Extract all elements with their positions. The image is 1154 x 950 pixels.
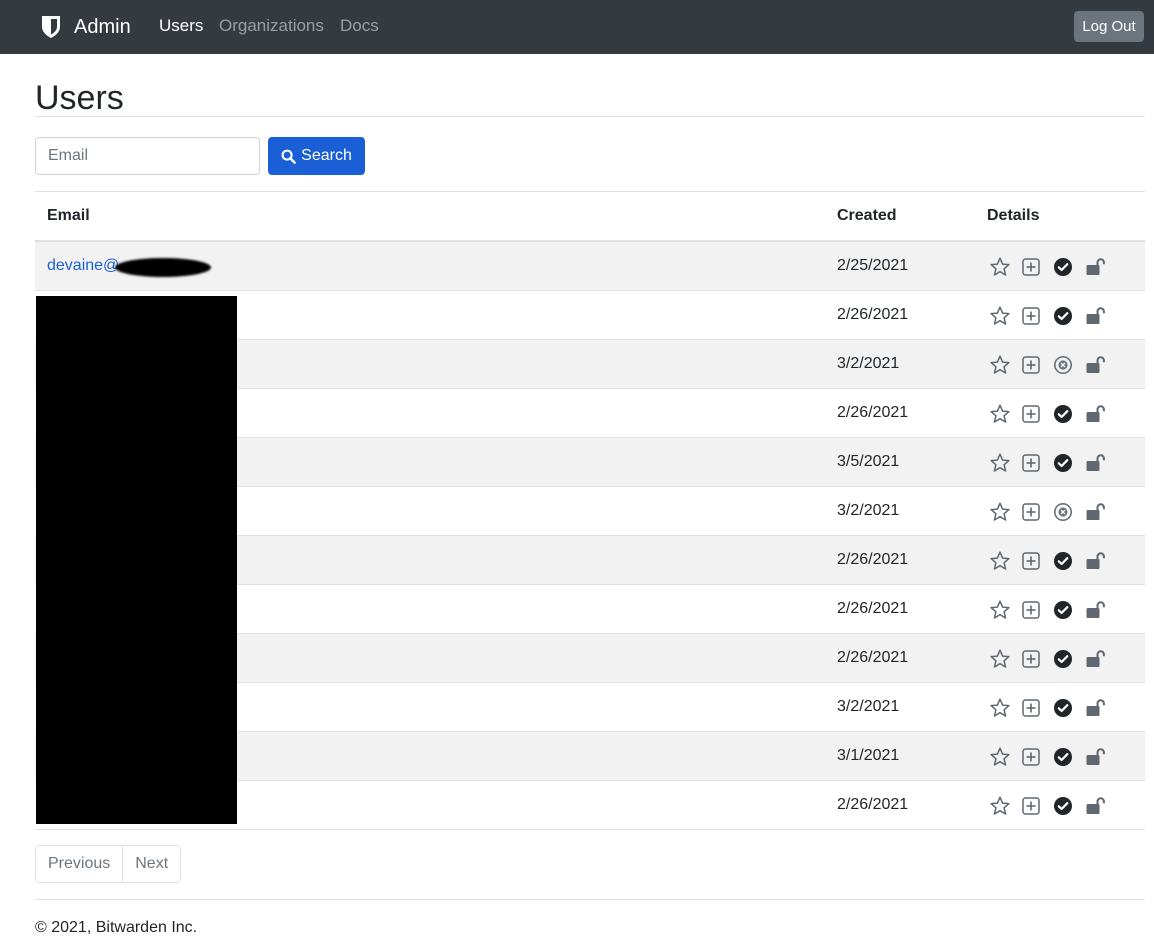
unlock-icon: [1084, 305, 1106, 327]
footer-copyright: © 2021, Bitwarden Inc.: [35, 919, 198, 936]
premium-star-icon: [989, 746, 1011, 768]
premium-star-icon: [989, 697, 1011, 719]
premium-star-icon: [989, 550, 1011, 572]
plus-square-icon: [1020, 697, 1042, 719]
created-date: 3/1/2021: [837, 747, 900, 764]
column-header-email: Email: [47, 207, 90, 224]
footer-divider: [35, 899, 1145, 900]
email-verified-check-icon: [1052, 599, 1074, 621]
created-date: 2/26/2021: [837, 404, 909, 421]
next-page-button[interactable]: Next: [122, 846, 181, 882]
email-verified-check-icon: [1052, 795, 1074, 817]
created-date: 3/2/2021: [837, 502, 900, 519]
previous-page-button[interactable]: Previous: [36, 846, 123, 882]
plus-square-icon: [1020, 648, 1042, 670]
plus-square-icon: [1020, 452, 1042, 474]
table-top-border: [35, 191, 1145, 192]
plus-square-icon: [1020, 599, 1042, 621]
user-email-link[interactable]: devaine@: [47, 257, 119, 275]
email-verified-check-icon: [1052, 256, 1074, 278]
search-button-label: Search: [301, 147, 352, 164]
unlock-icon: [1084, 354, 1106, 376]
plus-square-icon: [1020, 746, 1042, 768]
created-date: 3/2/2021: [837, 355, 900, 372]
unlock-icon: [1084, 697, 1106, 719]
premium-star-icon: [989, 648, 1011, 670]
created-date: 2/25/2021: [837, 257, 909, 274]
redaction-mark: [115, 258, 211, 277]
premium-star-icon: [989, 795, 1011, 817]
email-verified-check-icon: [1052, 305, 1074, 327]
brand-label: Admin: [74, 15, 131, 38]
unlock-icon: [1084, 256, 1106, 278]
plus-square-icon: [1020, 256, 1042, 278]
created-date: 2/26/2021: [837, 306, 909, 323]
unlock-icon: [1084, 648, 1106, 670]
email-unverified-x-icon: [1052, 501, 1074, 523]
column-header-created: Created: [837, 207, 897, 224]
search-icon: [281, 149, 296, 164]
unlock-icon: [1084, 746, 1106, 768]
nav-docs[interactable]: Docs: [340, 16, 379, 36]
plus-square-icon: [1020, 501, 1042, 523]
unlock-icon: [1084, 599, 1106, 621]
unlock-icon: [1084, 795, 1106, 817]
email-verified-check-icon: [1052, 697, 1074, 719]
brand[interactable]: Admin: [40, 13, 131, 41]
nav-organizations[interactable]: Organizations: [219, 16, 324, 36]
premium-star-icon: [989, 305, 1011, 327]
created-date: 2/26/2021: [837, 600, 909, 617]
premium-star-icon: [989, 354, 1011, 376]
unlock-icon: [1084, 550, 1106, 572]
email-verified-check-icon: [1052, 746, 1074, 768]
created-date: 2/26/2021: [837, 796, 909, 813]
unlock-icon: [1084, 452, 1106, 474]
premium-star-icon: [989, 599, 1011, 621]
premium-star-icon: [989, 501, 1011, 523]
plus-square-icon: [1020, 305, 1042, 327]
nav-users[interactable]: Users: [159, 16, 203, 36]
shield-icon: [42, 16, 60, 38]
unlock-icon: [1084, 501, 1106, 523]
table-row: devaine@ 2/25/2021: [35, 242, 1145, 291]
email-search-input[interactable]: [35, 137, 260, 175]
column-header-details: Details: [987, 207, 1040, 224]
logout-button[interactable]: Log Out: [1074, 11, 1144, 42]
redaction-block: [36, 296, 237, 824]
email-verified-check-icon: [1052, 550, 1074, 572]
pagination: Previous Next: [35, 845, 182, 883]
created-date: 2/26/2021: [837, 551, 909, 568]
search-button[interactable]: Search: [268, 137, 365, 175]
plus-square-icon: [1020, 403, 1042, 425]
email-verified-check-icon: [1052, 403, 1074, 425]
page-title: Users: [35, 79, 124, 117]
premium-star-icon: [989, 403, 1011, 425]
created-date: 2/26/2021: [837, 649, 909, 666]
plus-square-icon: [1020, 795, 1042, 817]
unlock-icon: [1084, 403, 1106, 425]
email-unverified-x-icon: [1052, 354, 1074, 376]
plus-square-icon: [1020, 354, 1042, 376]
divider: [35, 116, 1145, 117]
created-date: 3/5/2021: [837, 453, 900, 470]
plus-square-icon: [1020, 550, 1042, 572]
premium-star-icon: [989, 256, 1011, 278]
navbar: Admin Users Organizations Docs Log Out: [0, 0, 1154, 54]
created-date: 3/2/2021: [837, 698, 900, 715]
email-verified-check-icon: [1052, 648, 1074, 670]
email-verified-check-icon: [1052, 452, 1074, 474]
premium-star-icon: [989, 452, 1011, 474]
